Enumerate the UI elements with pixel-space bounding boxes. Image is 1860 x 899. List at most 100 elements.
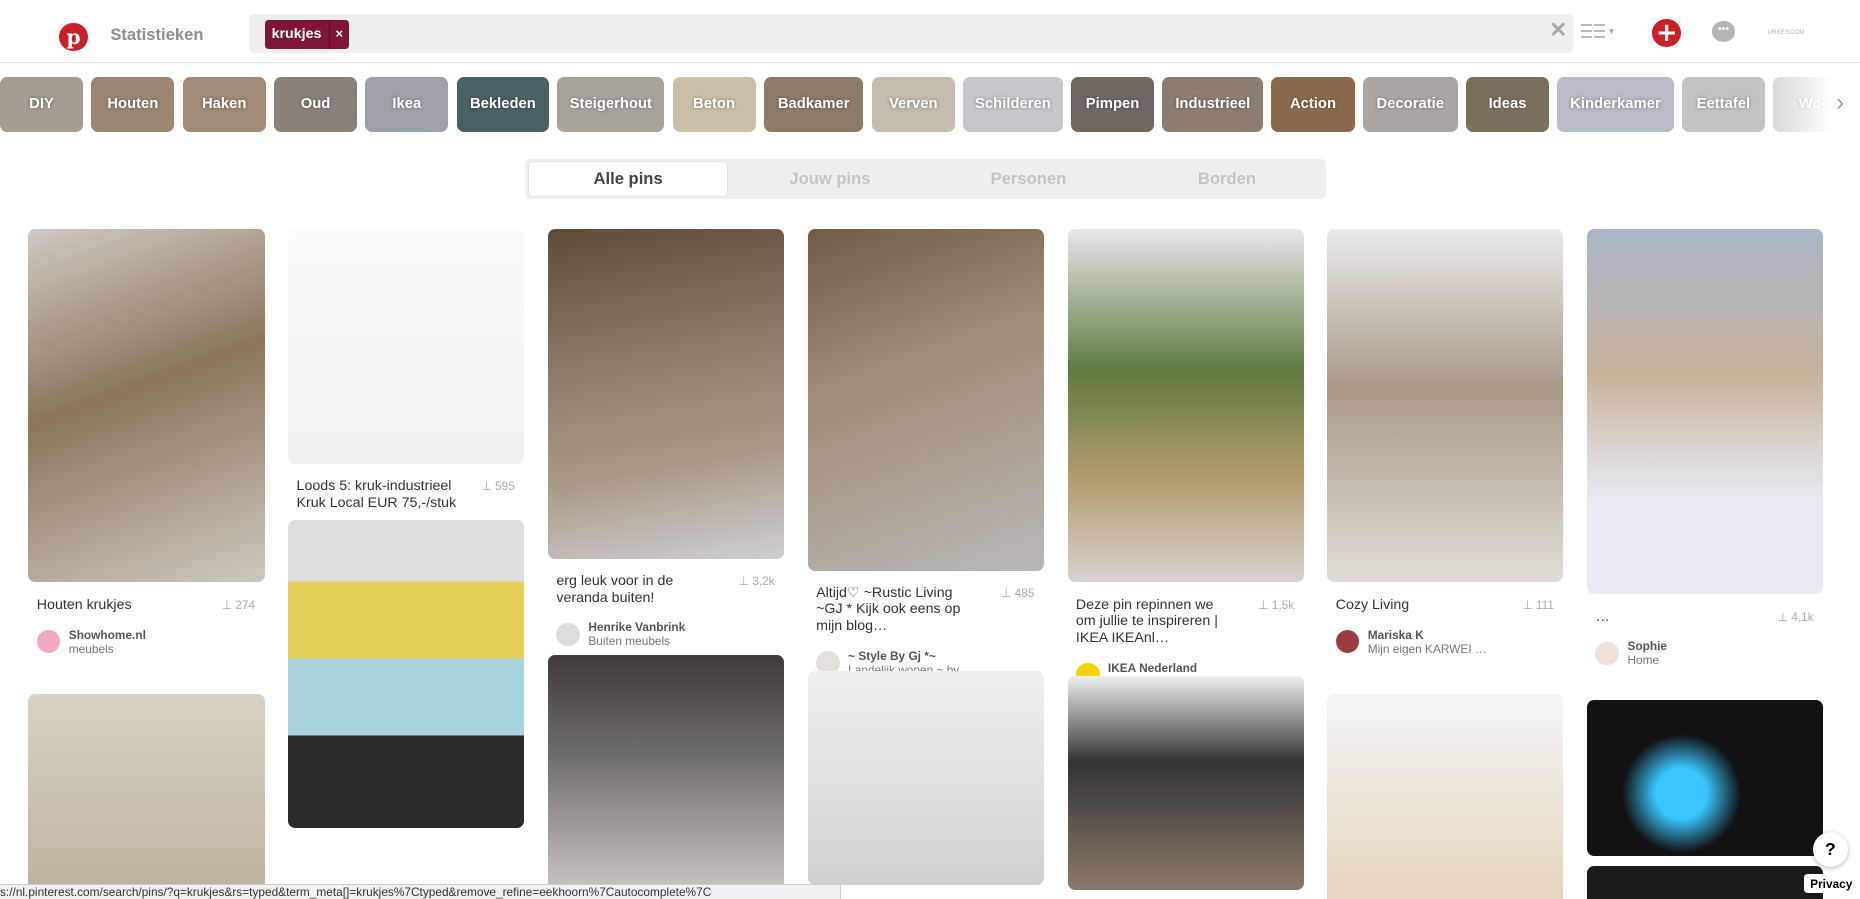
pinner-name[interactable]: Mariska K: [1368, 628, 1487, 642]
category-industrieel[interactable]: Industrieel: [1162, 77, 1264, 132]
pin-card[interactable]: [1327, 693, 1564, 899]
pin-description: …: [1595, 608, 1610, 625]
pin-card[interactable]: [1587, 865, 1824, 899]
pin-caption: Altijd♡ ~Rustic Living ~GJ * Kijk ook ee…: [808, 571, 1044, 635]
category-ikea[interactable]: Ikea: [365, 77, 449, 132]
pin-attribution[interactable]: Sophie Home: [1587, 625, 1823, 667]
category-haken[interactable]: Haken: [182, 77, 266, 132]
remove-tag-icon[interactable]: ×: [328, 20, 349, 49]
pin-image[interactable]: [28, 228, 265, 583]
pin-attribution[interactable]: Henrike Vanbrink Buiten meubels: [548, 606, 784, 648]
pin-caption: Deze pin repinnen we om jullie te inspir…: [1068, 582, 1304, 646]
pin-card[interactable]: … ⊥ 4,1k Sophie Home: [1587, 228, 1824, 667]
chevron-down-icon[interactable]: ▼: [1607, 26, 1615, 36]
pin-card[interactable]: [548, 654, 785, 893]
pinner-name[interactable]: IKEA Nederland: [1108, 661, 1197, 675]
pin-image[interactable]: [1067, 228, 1304, 583]
category-kinderkamer[interactable]: Kinderkamer: [1557, 77, 1674, 132]
pin-icon: ⊥: [1522, 597, 1536, 612]
pin-image[interactable]: [1587, 228, 1824, 595]
avatar[interactable]: [1335, 629, 1360, 654]
category-beton[interactable]: Beton: [672, 77, 756, 132]
category-oud[interactable]: Oud: [273, 77, 358, 132]
pin-card[interactable]: [807, 671, 1044, 885]
repin-count: ⊥ 111: [1522, 597, 1554, 612]
pin-image[interactable]: [1327, 693, 1564, 899]
pin-image[interactable]: [1327, 228, 1564, 583]
analytics-link[interactable]: Statistieken: [110, 25, 203, 45]
chevron-right-icon[interactable]: ›: [1836, 90, 1844, 117]
pin-card[interactable]: [288, 519, 525, 828]
search-bar[interactable]: krukjes ×: [249, 14, 1573, 54]
add-pin-icon[interactable]: +: [1652, 19, 1681, 48]
status-bar-url: s://nl.pinterest.com/search/pins/?q=kruk…: [0, 883, 841, 899]
repin-count: ⊥ 1,5k: [1258, 597, 1295, 612]
pin-image[interactable]: [28, 693, 265, 899]
pin-image[interactable]: [1587, 865, 1824, 899]
pin-card[interactable]: Houten krukjes ⊥ 274 Showhome.nl meubels: [28, 228, 265, 656]
pin-description: Loods 5: kruk-industrieel Kruk Local EUR…: [296, 478, 457, 511]
board-name[interactable]: Home: [1627, 653, 1667, 667]
avatar[interactable]: [36, 629, 61, 654]
pin-caption: Loods 5: kruk-industrieel Kruk Local EUR…: [288, 464, 524, 511]
category-ideas[interactable]: Ideas: [1466, 77, 1550, 132]
category-schilderen[interactable]: Schilderen: [963, 77, 1063, 132]
user-profile-link[interactable]: URKESCOM: [1767, 30, 1804, 36]
category-houten[interactable]: Houten: [91, 77, 175, 132]
pin-icon: ⊥: [1258, 597, 1272, 612]
tab-people[interactable]: Personen: [929, 159, 1128, 199]
pin-card[interactable]: erg leuk voor in de veranda buiten! ⊥ 3,2…: [548, 228, 785, 648]
search-tag[interactable]: krukjes ×: [264, 20, 349, 49]
pin-card[interactable]: Loods 5: kruk-industrieel Kruk Local EUR…: [288, 228, 525, 553]
help-button[interactable]: ?: [1812, 831, 1849, 868]
tab-your-pins[interactable]: Jouw pins: [731, 159, 930, 199]
pin-attribution[interactable]: Mariska K Mijn eigen KARWEI …: [1327, 613, 1563, 656]
pinner-name[interactable]: Henrike Vanbrink: [588, 620, 685, 634]
category-bekleden[interactable]: Bekleden: [456, 77, 550, 132]
clear-search-icon[interactable]: ✕: [1549, 18, 1567, 43]
layout-toggle-icon[interactable]: [1581, 23, 1605, 42]
category-steigerhout[interactable]: Steigerhout: [557, 77, 665, 132]
board-name[interactable]: meubels: [69, 642, 146, 656]
category-decoratie[interactable]: Decoratie: [1362, 77, 1458, 132]
pin-caption: Cozy Living ⊥ 111: [1327, 582, 1563, 613]
pinterest-logo-icon[interactable]: p: [59, 22, 88, 51]
pin-image[interactable]: [288, 519, 525, 828]
pin-image[interactable]: [548, 228, 785, 559]
pin-card[interactable]: Altijd♡ ~Rustic Living ~GJ * Kijk ook ee…: [807, 228, 1044, 677]
avatar[interactable]: [1595, 641, 1620, 666]
pin-icon: ⊥: [1000, 585, 1015, 600]
repin-count: ⊥ 4,1k: [1777, 609, 1814, 624]
repin-count: ⊥ 485: [1000, 585, 1035, 600]
category-action[interactable]: Action: [1271, 77, 1355, 132]
category-badkamer[interactable]: Badkamer: [763, 77, 864, 132]
pin-card[interactable]: [1587, 699, 1824, 857]
category-eettafel[interactable]: Eettafel: [1681, 77, 1765, 132]
pinner-name[interactable]: ~ Style By Gj *~: [848, 649, 971, 663]
pin-image[interactable]: [807, 671, 1044, 885]
tab-all-pins[interactable]: Alle pins: [527, 161, 729, 197]
pinner-name[interactable]: Showhome.nl: [69, 628, 146, 642]
pin-image[interactable]: [807, 228, 1044, 571]
category-pimpen[interactable]: Pimpen: [1071, 77, 1155, 132]
pinner-name[interactable]: Sophie: [1627, 639, 1667, 653]
privacy-link[interactable]: Privacy: [1804, 874, 1859, 893]
pin-image[interactable]: [288, 228, 525, 464]
pin-caption: erg leuk voor in de veranda buiten! ⊥ 3,2…: [548, 559, 784, 606]
pin-icon: ⊥: [481, 479, 496, 494]
pin-image[interactable]: [1067, 676, 1304, 890]
tab-boards[interactable]: Borden: [1128, 159, 1327, 199]
pin-attribution[interactable]: Showhome.nl meubels: [28, 613, 264, 656]
pin-card[interactable]: [28, 693, 265, 899]
category-verven[interactable]: Verven: [871, 77, 955, 132]
pin-image[interactable]: [548, 654, 785, 893]
pin-card[interactable]: Cozy Living ⊥ 111 Mariska K Mijn eigen KARW…: [1327, 228, 1564, 656]
pin-image[interactable]: [1587, 699, 1824, 857]
pin-card[interactable]: Deze pin repinnen we om jullie te inspir…: [1067, 228, 1304, 689]
pin-card[interactable]: [1067, 676, 1304, 890]
avatar[interactable]: [556, 622, 581, 647]
board-name[interactable]: Mijn eigen KARWEI …: [1368, 642, 1487, 656]
messages-icon[interactable]: •••: [1711, 21, 1736, 42]
board-name[interactable]: Buiten meubels: [588, 634, 685, 648]
category-diy[interactable]: DIY: [0, 77, 84, 132]
